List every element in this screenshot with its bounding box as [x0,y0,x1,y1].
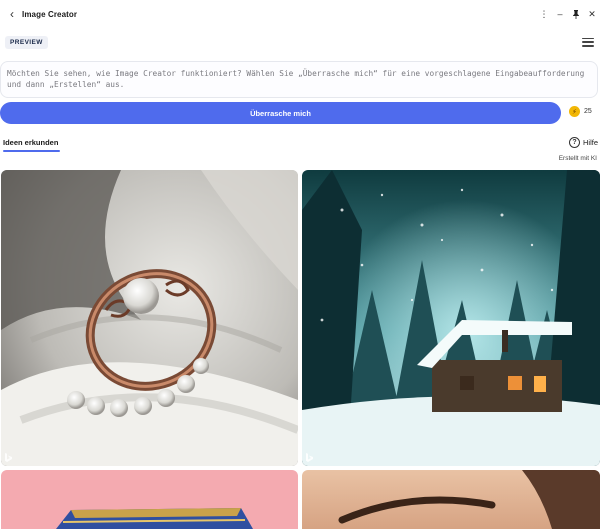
window-title: Image Creator [22,9,78,19]
gallery-image-book[interactable] [1,470,298,529]
more-options-icon[interactable]: ⋮ [536,4,552,24]
created-with-ai-label: Erstellt mit KI [558,155,597,162]
menu-icon[interactable] [582,36,594,48]
help-label: Hilfe [582,138,598,147]
back-chevron-icon[interactable]: ‹ [4,4,20,24]
minimize-icon[interactable]: – [552,4,568,24]
tab-active-indicator [3,150,60,152]
gallery-image-pearl-ring[interactable] [1,170,298,466]
help-button[interactable]: ? Hilfe [568,137,598,148]
preview-badge: PREVIEW [5,36,48,49]
pin-icon[interactable] [568,4,584,24]
boost-count: 25 [584,108,592,115]
bing-logo-icon [306,453,313,462]
bing-logo-icon [5,453,12,462]
prompt-input[interactable]: Möchten Sie sehen, wie Image Creator fun… [0,61,598,98]
tab-explore-ideas[interactable]: Ideen erkunden [3,138,58,147]
gallery-image-portrait[interactable] [302,470,600,529]
boost-counter: ⚡ 25 [569,106,592,117]
question-icon: ? [568,137,580,148]
gallery-image-snowy-cabin[interactable] [302,170,600,466]
title-bar: ‹ Image Creator ⋮ – ✕ [0,0,600,28]
boost-icon: ⚡ [569,106,580,117]
close-icon[interactable]: ✕ [584,4,600,24]
surprise-me-button[interactable]: Überrasche mich [0,102,561,124]
